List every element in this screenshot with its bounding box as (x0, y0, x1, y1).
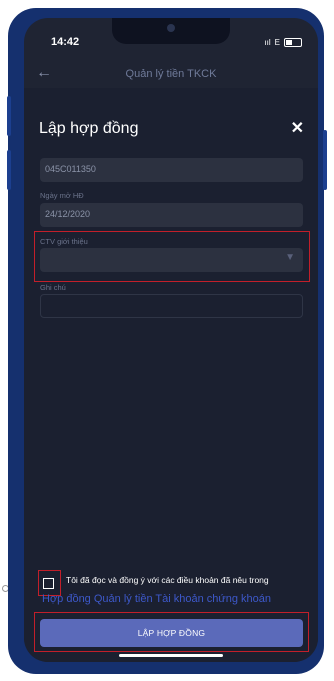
nav-bar: ← Quản lý tiền TKCK (24, 58, 318, 88)
app-screen: 14:42 ııl E ← Quản lý tiền TKCK Lập hợp … (24, 18, 318, 662)
referrer-label: CTV giới thiệu (40, 237, 88, 246)
modal-title: Lập hợp đồng (39, 120, 139, 137)
terms-checkbox[interactable] (43, 578, 54, 589)
status-indicators: ııl E (264, 38, 302, 47)
close-icon[interactable]: ✕ (291, 118, 304, 138)
note-field[interactable] (40, 294, 303, 318)
phone-side-button (323, 130, 327, 190)
camera-icon (167, 24, 175, 32)
open-date-field[interactable]: 24/12/2020 (40, 203, 303, 227)
account-field[interactable]: 045C011350 (40, 158, 303, 182)
network-label: E (274, 38, 280, 47)
home-indicator (119, 654, 223, 657)
open-date-label: Ngày mở HĐ (40, 191, 84, 200)
status-time: 14:42 (51, 36, 80, 48)
battery-icon (284, 38, 302, 47)
chevron-down-icon: ▼ (285, 252, 295, 263)
signal-icon: ııl (264, 38, 271, 47)
terms-link[interactable]: Hợp đồng Quản lý tiền Tài khoản chứng kh… (42, 593, 271, 605)
note-label: Ghi chú (40, 283, 66, 292)
phone-notch (112, 18, 230, 44)
terms-text: Tôi đã đọc và đồng ý với các điều khoản … (66, 575, 269, 585)
phone-side-button (7, 96, 11, 136)
page-title: Quản lý tiền TKCK (125, 68, 217, 80)
phone-side-button (7, 150, 11, 190)
referrer-select[interactable]: ▼ (40, 248, 303, 272)
create-contract-button[interactable]: LẬP HỢP ĐỒNG (40, 619, 303, 647)
